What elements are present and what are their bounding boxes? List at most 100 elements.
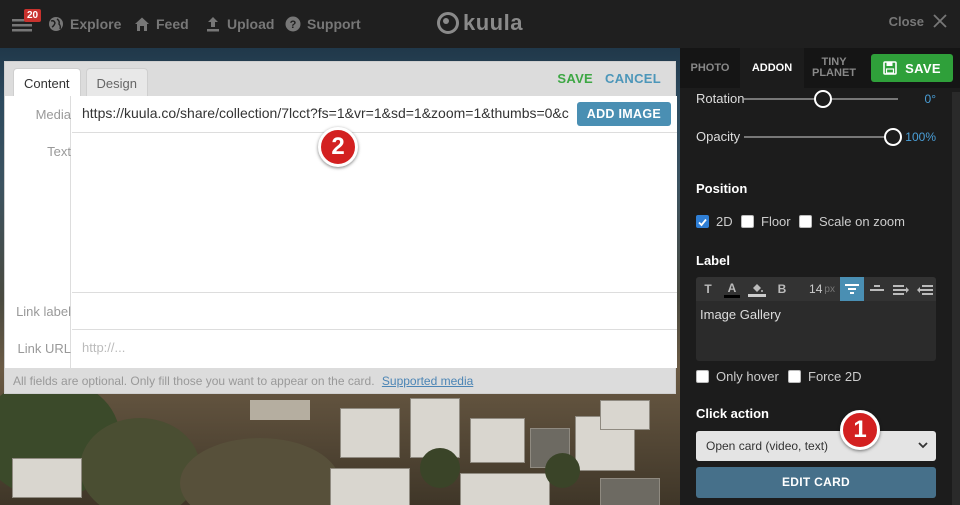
checkbox-2d[interactable] — [696, 215, 709, 228]
top-bar: 20 Explore Feed Upload ? Support kuula C… — [0, 0, 960, 48]
align-top-icon — [845, 284, 859, 294]
upload-icon — [207, 17, 219, 32]
opacity-knob[interactable] — [884, 128, 902, 146]
click-action-select[interactable]: Open card (video, text) — [696, 431, 936, 461]
label-toolbar: T A B 14 px — [696, 277, 936, 301]
checkbox-floor[interactable] — [741, 215, 754, 228]
question-icon: ? — [285, 16, 301, 32]
text-color-swatch — [724, 294, 740, 298]
tab-design[interactable]: Design — [85, 68, 149, 97]
text-field[interactable] — [72, 133, 677, 293]
nav-upload-label: Upload — [227, 16, 275, 32]
scenery — [180, 438, 340, 505]
supported-media-link[interactable]: Supported media — [382, 374, 473, 388]
tab-addon[interactable]: ADDON — [740, 48, 804, 88]
bold-button[interactable]: B — [772, 277, 792, 301]
edit-card-button[interactable]: EDIT CARD — [696, 467, 936, 498]
fill-color-swatch — [748, 293, 766, 297]
card-editor-dialog: Content Design SAVE CANCEL Media https:/… — [4, 61, 677, 394]
checkmark-icon — [698, 218, 707, 227]
panel-save-button[interactable]: SAVE — [871, 54, 953, 82]
menu-button[interactable]: 20 — [12, 9, 42, 36]
checkbox-force-2d-label: Force 2D — [808, 369, 862, 384]
media-field[interactable]: https://kuula.co/share/collection/7lcct?… — [72, 96, 677, 133]
align-middle-icon — [870, 285, 884, 291]
label-title: Label — [696, 253, 730, 268]
label-text-input[interactable]: Image Gallery — [700, 307, 781, 322]
nav-feed-label: Feed — [156, 16, 189, 32]
footnote-text: All fields are optional. Only fill those… — [13, 374, 375, 388]
fill-color-button[interactable] — [746, 277, 768, 301]
add-image-button[interactable]: ADD IMAGE — [576, 102, 671, 126]
scenery — [330, 468, 410, 505]
panel-tabs: PHOTO ADDON TINY PLANET SAVE — [680, 48, 960, 88]
scenery — [470, 418, 525, 463]
checkbox-only-hover-label: Only hover — [716, 369, 779, 384]
floppy-disk-icon — [883, 61, 897, 75]
scenery — [545, 453, 580, 488]
link-url-placeholder: http://... — [82, 340, 126, 355]
link-url-label: Link URL — [17, 341, 71, 356]
editor-tabs: Content Design — [13, 68, 149, 97]
tab-content[interactable]: Content — [13, 68, 81, 97]
home-icon — [135, 17, 149, 31]
close-icon — [933, 14, 947, 28]
step-marker-1: 1 — [840, 410, 880, 450]
text-color-icon: A — [727, 280, 737, 295]
click-action-value: Open card (video, text) — [706, 439, 829, 453]
text-format-icon[interactable]: T — [698, 277, 718, 301]
tab-photo[interactable]: PHOTO — [680, 48, 740, 88]
align-right-icon — [893, 285, 909, 295]
checkbox-floor-label: Floor — [761, 214, 791, 229]
checkbox-scale-on-zoom-label: Scale on zoom — [819, 214, 905, 229]
align-middle-button[interactable] — [866, 277, 888, 301]
panel-scrollbar[interactable] — [952, 92, 960, 505]
checkbox-force-2d[interactable] — [788, 370, 801, 383]
scenery — [600, 400, 650, 430]
nav-support-label: Support — [307, 16, 361, 32]
scenery — [12, 458, 82, 498]
scenery — [420, 448, 460, 488]
align-top-button[interactable] — [840, 277, 864, 301]
svg-text:?: ? — [290, 19, 297, 31]
text-color-button[interactable]: A — [722, 277, 742, 301]
link-label-field[interactable] — [72, 293, 677, 330]
text-label: Text — [47, 144, 71, 159]
nav-upload[interactable]: Upload — [205, 14, 274, 34]
kuula-logo[interactable]: kuula — [436, 9, 523, 37]
checkbox-only-hover[interactable] — [696, 370, 709, 383]
scenery — [600, 478, 660, 505]
editor-cancel-button[interactable]: CANCEL — [605, 71, 661, 86]
addon-panel: PHOTO ADDON TINY PLANET SAVE Rotation 0°… — [680, 48, 960, 505]
editor-actions: SAVE CANCEL — [557, 71, 661, 86]
font-size-field[interactable]: 14 px — [804, 277, 840, 301]
rotation-knob[interactable] — [814, 90, 832, 108]
font-size-unit: px — [824, 283, 835, 295]
nav-feed[interactable]: Feed — [134, 14, 189, 34]
checkbox-scale-on-zoom[interactable] — [799, 215, 812, 228]
close-button[interactable]: Close — [889, 13, 948, 29]
nav-explore-label: Explore — [70, 16, 122, 32]
editor-footnote: All fields are optional. Only fill those… — [13, 374, 473, 388]
close-label: Close — [888, 13, 924, 29]
tab-tiny-planet[interactable]: TINY PLANET — [804, 48, 864, 88]
rotation-label: Rotation — [696, 91, 745, 106]
nav-explore[interactable]: Explore — [48, 14, 121, 34]
scenery — [460, 473, 550, 505]
link-url-field[interactable]: http://... — [72, 330, 677, 368]
opacity-slider[interactable] — [744, 128, 902, 146]
opacity-label: Opacity — [696, 129, 741, 144]
nav-support[interactable]: ? Support — [285, 14, 361, 34]
panel-save-label: SAVE — [905, 60, 941, 76]
align-left-button[interactable] — [914, 277, 936, 301]
label-column — [5, 96, 71, 368]
checkbox-2d-label: 2D — [716, 214, 733, 229]
rotation-slider[interactable] — [744, 90, 898, 108]
label-editor[interactable]: T A B 14 px Image Gallery — [696, 277, 936, 361]
media-url-input[interactable]: https://kuula.co/share/collection/7lcct?… — [82, 105, 582, 121]
chevron-down-icon — [918, 442, 928, 449]
position-title: Position — [696, 181, 748, 196]
editor-save-button[interactable]: SAVE — [557, 71, 593, 86]
align-right-button[interactable] — [890, 277, 912, 301]
font-size-value: 14 — [809, 282, 823, 296]
